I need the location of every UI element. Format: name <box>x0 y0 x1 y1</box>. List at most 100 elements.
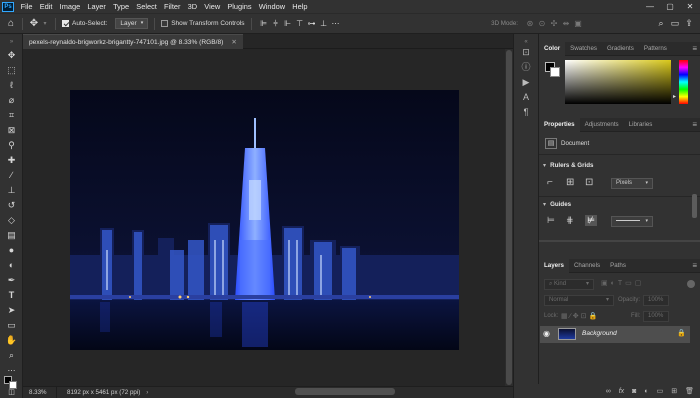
align-center-icon[interactable]: ⫩ <box>270 19 282 29</box>
auto-select-target-dropdown[interactable]: Layer ▾ <box>115 18 149 29</box>
tab-swatches[interactable]: Swatches <box>565 42 602 56</box>
fill-input[interactable]: 100% <box>643 311 669 322</box>
path-select-icon[interactable]: ➤ <box>3 304 20 317</box>
panel-menu-icon[interactable]: ≡ <box>692 259 697 273</box>
pen-icon[interactable]: ✒ <box>3 274 20 287</box>
history-icon[interactable]: ⊡ <box>519 46 533 58</box>
hand-icon[interactable]: ✋ <box>3 334 20 347</box>
panel-menu-icon[interactable]: ≡ <box>692 118 697 132</box>
menu-window[interactable]: Window <box>255 0 288 13</box>
menu-select[interactable]: Select <box>133 0 161 13</box>
align-bottom-icon[interactable]: ⊥ <box>318 19 330 28</box>
guide-snap-icon[interactable]: ⊭ <box>585 215 597 226</box>
align-left-icon[interactable]: ⊫ <box>258 19 270 28</box>
quick-mask-icon[interactable]: ◫ <box>3 386 20 398</box>
eraser-icon[interactable]: ◇ <box>3 214 20 227</box>
crop-icon[interactable]: ⌗ <box>3 109 20 122</box>
close-tab-icon[interactable]: ✕ <box>231 35 237 49</box>
minimize-button[interactable]: — <box>640 0 660 13</box>
frame-icon[interactable]: ⊠ <box>3 124 20 137</box>
character-icon[interactable]: A <box>519 91 533 103</box>
menu-3d[interactable]: 3D <box>184 0 201 13</box>
adjustment-layer-icon[interactable]: ◐ <box>644 388 648 395</box>
units-dropdown[interactable]: Pixels ▾ <box>611 178 653 189</box>
rectangle-icon[interactable]: ▭ <box>3 319 20 332</box>
layer-row[interactable]: ◉ Background 🔒 <box>540 326 690 343</box>
tab-patterns[interactable]: Patterns <box>639 42 672 56</box>
stamp-icon[interactable]: ⊥ <box>3 184 20 197</box>
background-color-chip[interactable] <box>550 67 560 77</box>
3d-slide-icon[interactable]: ⇹ <box>560 19 572 28</box>
ruler-icon[interactable]: ⌐ <box>547 177 553 188</box>
menu-plugins[interactable]: Plugins <box>224 0 255 13</box>
eyedropper-icon[interactable]: ⚲ <box>3 139 20 152</box>
align-top-icon[interactable]: ⊤ <box>294 19 306 28</box>
workspace-icon[interactable]: ▭ <box>668 18 682 29</box>
layer-name[interactable]: Background <box>582 330 617 337</box>
3d-orbit-icon[interactable]: ⊛ <box>524 19 536 28</box>
lasso-icon[interactable]: ℓ <box>3 79 20 92</box>
menu-file[interactable]: File <box>17 0 36 13</box>
zoom-level[interactable]: 8.33% <box>23 387 57 398</box>
tab-adjustments[interactable]: Adjustments <box>580 118 624 132</box>
3d-scale-icon[interactable]: ▣ <box>572 19 584 28</box>
auto-select-checkbox[interactable] <box>62 20 69 27</box>
hue-indicator-icon[interactable]: ▸ <box>673 93 676 100</box>
photoshop-logo[interactable]: Ps <box>2 1 14 12</box>
menu-image[interactable]: Image <box>56 0 84 13</box>
menu-type[interactable]: Type <box>109 0 132 13</box>
share-icon[interactable]: ⇪ <box>682 18 696 29</box>
horizontal-scrollbar[interactable] <box>295 388 395 395</box>
menu-view[interactable]: View <box>201 0 224 13</box>
blend-mode-dropdown[interactable]: Normal ▾ <box>544 295 614 306</box>
collapse-icon[interactable]: » <box>3 36 20 49</box>
hue-slider[interactable] <box>679 60 688 104</box>
3d-drag-icon[interactable]: ✣ <box>548 19 560 28</box>
tab-channels[interactable]: Channels <box>569 259 605 273</box>
tab-color[interactable]: Color <box>539 42 566 56</box>
history-brush-icon[interactable]: ↺ <box>3 199 20 212</box>
3d-roll-icon[interactable]: ⊙ <box>536 19 548 28</box>
tab-gradients[interactable]: Gradients <box>602 42 639 56</box>
align-right-icon[interactable]: ⊩ <box>282 19 294 28</box>
guide-style-dropdown[interactable]: ▾ <box>611 216 653 227</box>
menu-edit[interactable]: Edit <box>36 0 56 13</box>
zoom-icon[interactable]: ⌕ <box>3 349 20 362</box>
tab-properties[interactable]: Properties <box>539 118 580 132</box>
grid-icon[interactable]: ⊞ <box>566 177 574 188</box>
menu-filter[interactable]: Filter <box>160 0 184 13</box>
guide-grid-icon[interactable]: ⋕ <box>566 215 574 226</box>
layer-style-icon[interactable]: fx <box>619 388 624 395</box>
menu-help[interactable]: Help <box>289 0 311 13</box>
blur-icon[interactable]: ● <box>3 244 20 257</box>
new-group-icon[interactable]: ▭ <box>657 387 664 395</box>
chevron-down-icon[interactable]: ▾ <box>41 20 49 27</box>
type-icon[interactable]: T <box>3 289 20 302</box>
opacity-input[interactable]: 100% <box>643 295 669 306</box>
guides-section[interactable]: ▾ Guides <box>543 201 571 208</box>
color-field[interactable] <box>565 60 671 104</box>
marquee-icon[interactable]: ⬚ <box>3 64 20 77</box>
panel-menu-icon[interactable]: ≡ <box>692 42 697 56</box>
actions-icon[interactable]: ▶ <box>519 76 533 88</box>
layer-mask-icon[interactable]: ◙ <box>632 388 636 395</box>
dodge-icon[interactable]: ◐ <box>3 259 20 272</box>
guide-layout-icon[interactable]: ⊨ <box>547 215 555 226</box>
layer-filter-icons[interactable]: ▣◐T▭▢ <box>601 279 644 287</box>
eye-icon[interactable]: ◉ <box>543 329 550 338</box>
menu-layer[interactable]: Layer <box>84 0 110 13</box>
canvas-image[interactable] <box>70 90 459 350</box>
info-icon[interactable]: ⓘ <box>519 61 533 73</box>
search-icon[interactable]: ⌕ <box>654 18 668 29</box>
vertical-scrollbar[interactable] <box>505 49 513 386</box>
tab-libraries[interactable]: Libraries <box>624 118 658 132</box>
transform-controls-checkbox[interactable] <box>161 20 169 27</box>
tab-paths[interactable]: Paths <box>605 259 631 273</box>
tab-layers[interactable]: Layers <box>539 259 569 273</box>
maximize-button[interactable]: ▢ <box>660 0 680 13</box>
trash-icon[interactable]: 🗑 <box>685 387 694 395</box>
layer-filter-kind[interactable]: ⌕ Kind ▾ <box>544 279 594 290</box>
healing-icon[interactable]: ✚ <box>3 154 20 167</box>
quick-select-icon[interactable]: ⌀ <box>3 94 20 107</box>
link-layers-icon[interactable]: ∞ <box>606 388 611 395</box>
